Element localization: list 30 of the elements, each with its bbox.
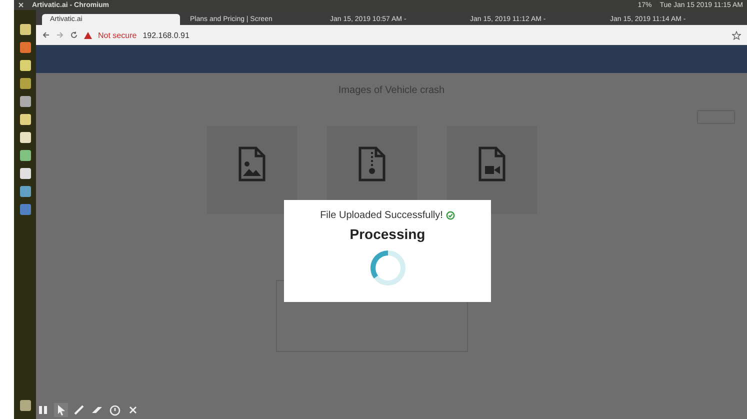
zip-file-icon (356, 146, 386, 182)
upload-card[interactable] (206, 126, 296, 214)
pause-icon[interactable] (36, 403, 50, 417)
security-warning[interactable]: Not secure (98, 30, 137, 40)
star-icon[interactable] (732, 30, 741, 40)
warning-icon (84, 32, 92, 38)
success-message: File Uploaded Successfully! (320, 210, 443, 221)
launcher-icon[interactable] (20, 78, 30, 89)
launcher-icon[interactable] (20, 24, 30, 35)
pointer-icon[interactable] (54, 403, 68, 417)
back-icon[interactable] (42, 31, 50, 39)
launcher-icon[interactable] (20, 42, 30, 53)
launcher-icon[interactable] (20, 114, 30, 125)
image-file-icon (236, 146, 266, 182)
upload-card[interactable] (446, 126, 536, 214)
check-circle-icon (446, 211, 455, 220)
launcher-icon[interactable] (20, 132, 30, 143)
close-icon[interactable] (18, 2, 24, 8)
reload-icon[interactable] (70, 31, 78, 39)
launcher-icon[interactable] (20, 186, 30, 197)
launcher-icon[interactable] (20, 168, 30, 179)
dialog-title: Processing (350, 226, 426, 242)
pen-icon[interactable] (72, 403, 86, 417)
launcher-icon[interactable] (20, 150, 30, 161)
spinner-icon (368, 248, 408, 288)
launcher-icon[interactable] (20, 96, 30, 107)
timer-icon[interactable] (108, 403, 122, 417)
url-field[interactable]: 192.168.0.91 (142, 30, 190, 40)
launcher-icon[interactable] (20, 60, 30, 71)
video-file-icon (476, 146, 506, 182)
